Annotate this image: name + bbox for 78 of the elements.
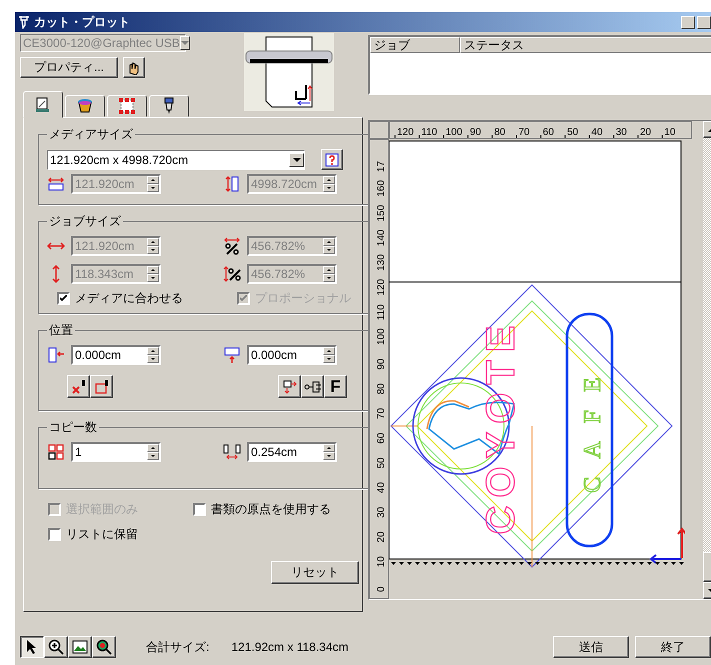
spin-button[interactable] — [147, 266, 159, 282]
media-size-dropdown[interactable]: 121.920cm x 4998.720cm — [47, 150, 305, 170]
help-button[interactable] — [321, 149, 343, 170]
spin-box[interactable]: 0.000cm — [247, 345, 337, 365]
width-arrow-icon — [47, 242, 65, 250]
properties-button[interactable]: プロパティ... — [20, 57, 118, 78]
zoom-in-icon — [48, 639, 64, 655]
f-button[interactable]: F — [324, 375, 347, 398]
send-button[interactable]: 送信 — [553, 636, 629, 658]
tool-button[interactable] — [20, 636, 44, 658]
height-percent-icon — [223, 265, 241, 283]
spin-box[interactable]: 1 — [71, 442, 161, 462]
vertical-ruler: 0 10 20 30 40 50 60 70 80 90 100 110 120 130 140 150 160 17 — [369, 139, 389, 599]
hand-icon — [127, 60, 141, 74]
clear-origin-button[interactable] — [67, 375, 90, 398]
height-arrow-icon — [52, 265, 60, 283]
picture-icon — [72, 639, 88, 655]
set-origin-button[interactable] — [90, 375, 113, 398]
window-title: カット・プロット — [34, 14, 130, 30]
spin-box[interactable]: 0.254cm — [247, 442, 337, 462]
total-size-label: 合計サイズ: — [146, 638, 210, 656]
checkmark-icon — [60, 295, 67, 302]
column-header[interactable]: ステータス — [460, 37, 711, 53]
group-label: 位置 — [48, 322, 74, 339]
checkbox[interactable]: メディアに合わせる — [57, 290, 183, 307]
connector-button[interactable] — [301, 375, 324, 398]
pen-icon — [18, 15, 30, 29]
maximize-button[interactable] — [697, 16, 711, 28]
spacing-field[interactable]: 0.254cm — [249, 445, 323, 459]
exit-button[interactable]: 終了 — [635, 636, 711, 658]
origin-arrows-drawing — [649, 527, 685, 564]
spin-button[interactable] — [147, 176, 159, 192]
media-width-icon — [47, 175, 65, 193]
column-header[interactable]: ジョブ — [370, 37, 460, 53]
media-length-icon — [223, 175, 241, 193]
hand-tool-button[interactable] — [123, 57, 145, 78]
move-button[interactable] — [278, 375, 301, 398]
move-icon — [282, 378, 298, 394]
spin-button[interactable] — [323, 444, 335, 460]
x-position-field[interactable]: 0.000cm — [73, 348, 147, 362]
tab[interactable] — [107, 95, 147, 117]
tab[interactable] — [65, 95, 105, 117]
spin-button[interactable] — [147, 444, 159, 460]
minimize-button[interactable] — [681, 16, 695, 28]
logo-drawing: COYOTE CAFE — [390, 284, 673, 568]
group-label: コピー数 — [48, 419, 98, 436]
spin-button[interactable] — [323, 266, 335, 282]
total-size-value: 121.92cm x 118.34cm — [231, 640, 349, 654]
spin-button[interactable] — [323, 176, 335, 192]
paint-bucket-icon — [76, 97, 94, 115]
help-icon — [325, 152, 339, 166]
checkbox[interactable]: 書類の原点を使用する — [193, 501, 358, 518]
spin-button[interactable] — [147, 238, 159, 254]
width-percent-icon — [223, 237, 241, 255]
checkbox[interactable]: リストに保留 — [48, 526, 193, 543]
horizontal-ruler: 120 110 100 90 80 70 60 50 40 30 20 10 — [389, 121, 692, 139]
zoom-icon — [96, 639, 112, 655]
spin-button[interactable] — [147, 347, 159, 363]
spin-button[interactable] — [323, 238, 335, 254]
tab[interactable] — [23, 91, 63, 118]
cross-pen-icon — [70, 378, 86, 394]
page-icon — [34, 96, 52, 114]
connector-icon — [304, 380, 322, 394]
y-position-field[interactable]: 0.000cm — [249, 348, 323, 362]
group-label: ジョブサイズ — [48, 213, 122, 230]
copies-grid-icon — [47, 443, 65, 461]
tab[interactable] — [149, 95, 189, 117]
copy-spacing-icon — [223, 443, 241, 461]
spin-button[interactable] — [323, 347, 335, 363]
checkmark-icon — [240, 295, 247, 302]
copies-field[interactable]: 1 — [73, 445, 147, 459]
selection-frame-icon — [118, 97, 136, 115]
y-offset-icon — [223, 346, 241, 364]
reset-button[interactable]: リセット — [271, 561, 359, 584]
x-offset-icon — [47, 346, 65, 364]
frame-pen-icon — [94, 378, 110, 394]
group-label: メディアサイズ — [48, 126, 134, 143]
spin-box[interactable]: 0.000cm — [71, 345, 161, 365]
